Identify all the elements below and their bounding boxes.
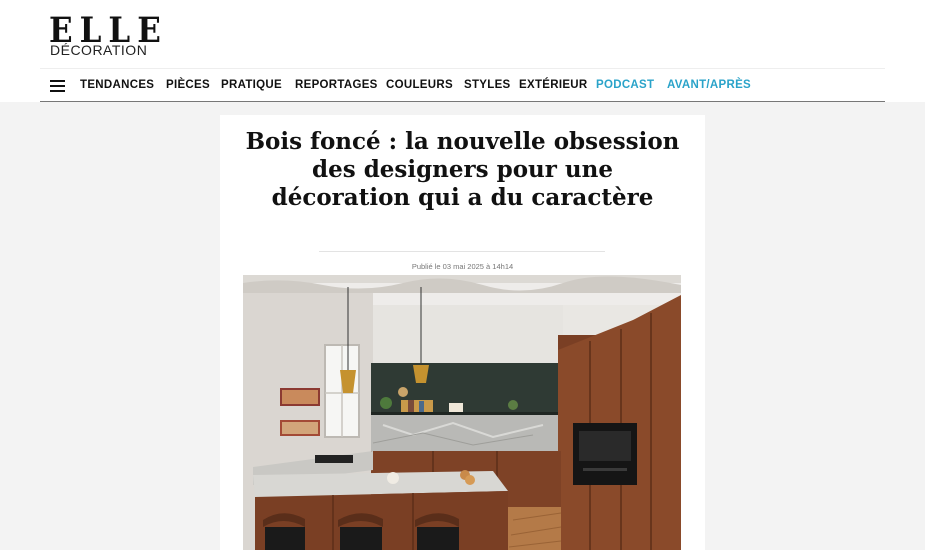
logo-subtitle: DÉCORATION [50, 42, 148, 58]
article-hero-image[interactable] [243, 275, 681, 550]
site-header: ELLE DÉCORATION TENDANCES PIÈCES PRATIQU… [0, 0, 925, 102]
nav-item-reportages[interactable]: REPORTAGES [295, 78, 378, 92]
elle-decoration-logo[interactable]: ELLE DÉCORATION [49, 12, 161, 60]
article-card: Bois foncé : la nouvelle obsession des d… [220, 115, 705, 550]
nav-item-pratique[interactable]: PRATIQUE [221, 78, 282, 92]
nav-item-tendances[interactable]: TENDANCES [80, 78, 154, 92]
nav-item-avant-apres[interactable]: AVANT/APRÈS [667, 78, 751, 92]
article-title: Bois foncé : la nouvelle obsession des d… [245, 128, 680, 211]
publication-date: Publié le 03 mai 2025 à 14h14 [411, 262, 514, 271]
nav-divider [40, 101, 885, 102]
hamburger-menu-icon[interactable] [50, 80, 65, 92]
nav-item-styles[interactable]: STYLES [464, 78, 511, 92]
main-navigation: TENDANCES PIÈCES PRATIQUE REPORTAGES COU… [40, 70, 885, 101]
nav-item-pieces[interactable]: PIÈCES [166, 78, 210, 92]
kitchen-photo [243, 275, 681, 550]
nav-item-podcast[interactable]: PODCAST [596, 78, 654, 92]
nav-item-exterieur[interactable]: EXTÉRIEUR [519, 78, 588, 92]
title-divider [319, 251, 605, 252]
nav-item-couleurs[interactable]: COULEURS [386, 78, 453, 92]
header-divider [40, 68, 885, 69]
